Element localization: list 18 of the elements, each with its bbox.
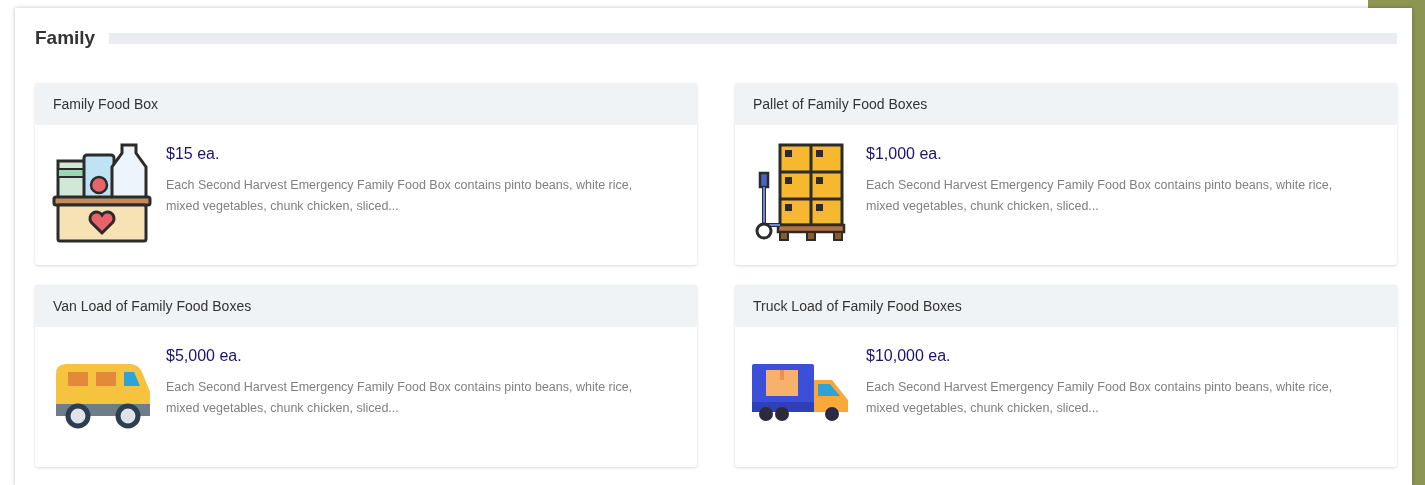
food-box-icon bbox=[52, 143, 152, 243]
product-name: Pallet of Family Food Boxes bbox=[753, 96, 928, 112]
product-card[interactable]: Family Food Box $15 ea. Each Second Harvest Emergency Family Food Box contains pinto beans, white rice, mixed vegetables, chunk chicken, sliced... bbox=[35, 83, 697, 265]
section-title: Family bbox=[35, 27, 96, 49]
product-name: Truck Load of Family Food Boxes bbox=[753, 298, 962, 314]
product-price: $15 ea. bbox=[166, 145, 221, 163]
product-card[interactable]: Pallet of Family Food Boxes $1,000 ea. Each Second Harvest Emergency Family Food Box contains pinto beans, white rice, mixed vegetables, chunk chicken, sliced... bbox=[735, 83, 1397, 265]
product-description: Each Second Harvest Emergency Family Food Box contains pinto beans, white rice, mixed vegetables, chunk chicken, sliced... bbox=[866, 177, 1334, 215]
product-price: $5,000 ea. bbox=[166, 347, 243, 365]
product-name: Van Load of Family Food Boxes bbox=[53, 298, 252, 314]
product-description: Each Second Harvest Emergency Family Food Box contains pinto beans, white rice, mixed vegetables, chunk chicken, sliced... bbox=[166, 379, 634, 417]
product-price: $1,000 ea. bbox=[866, 145, 943, 163]
product-card[interactable]: Truck Load of Family Food Boxes $10,000 ea. Each Second Harvest Emergency Family Food Box contains pinto beans, white rice, mixed vegetables, chunk chicken, sliced... bbox=[735, 285, 1397, 467]
product-description: Each Second Harvest Emergency Family Food Box contains pinto beans, white rice, mixed vegetables, chunk chicken, sliced... bbox=[166, 177, 634, 215]
product-description: Each Second Harvest Emergency Family Food Box contains pinto beans, white rice, mixed vegetables, chunk chicken, sliced... bbox=[866, 379, 1334, 417]
product-name: Family Food Box bbox=[53, 96, 159, 112]
product-price: $10,000 ea. bbox=[866, 347, 952, 365]
product-card[interactable]: Van Load of Family Food Boxes $5,000 ea. Each Second Harvest Emergency Family Food Box contains pinto beans, white rice, mixed vegetables, chunk chicken, sliced... bbox=[35, 285, 697, 467]
